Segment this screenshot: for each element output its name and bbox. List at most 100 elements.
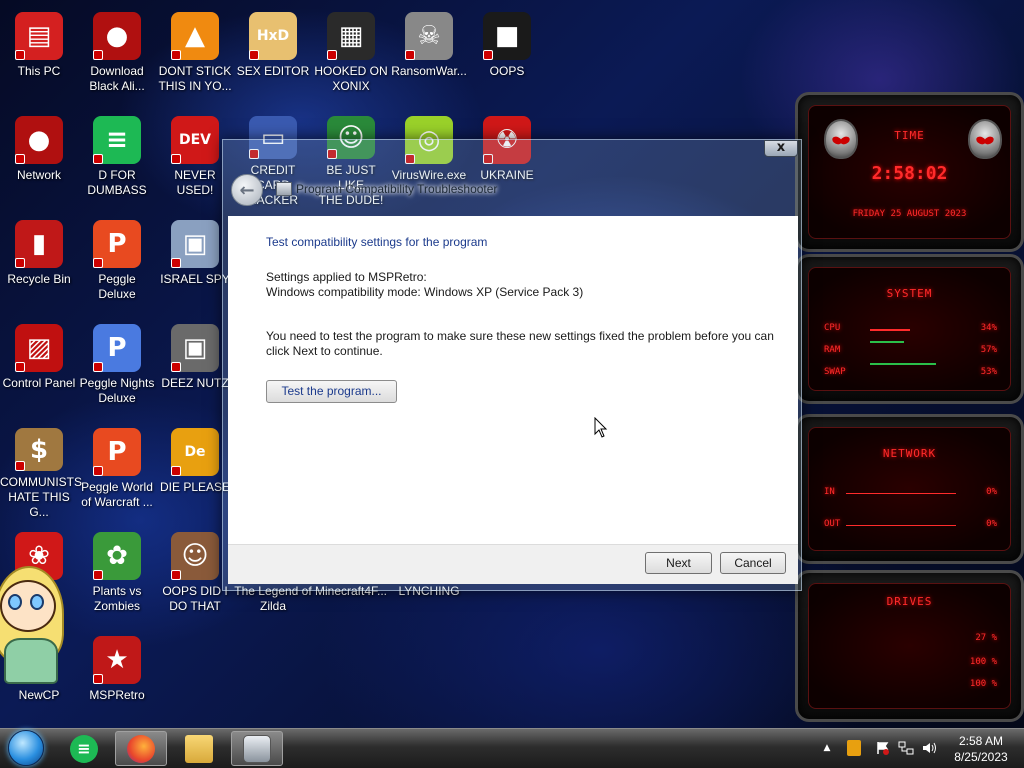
desktop-icon-ransomware[interactable]: ☠ RansomWar... bbox=[390, 6, 468, 104]
volume-icon[interactable] bbox=[921, 740, 939, 756]
desktop-icon-label: Control Panel bbox=[2, 376, 76, 390]
mspretro-icon: ★ bbox=[93, 636, 141, 684]
never-used-icon: DEV bbox=[171, 116, 219, 164]
peggle-deluxe-icon: P bbox=[93, 220, 141, 268]
desktop-icon-hooked-on-xonix[interactable]: ▦ HOOKED ON XONIX bbox=[312, 6, 390, 104]
deez-nutz-icon: ▣ bbox=[171, 324, 219, 372]
system-panel: SYSTEM CPU 34% RAM 57% SWAP 53% bbox=[795, 254, 1024, 404]
ransomware-icon: ☠ bbox=[405, 12, 453, 60]
d-for-dumbass-icon: ≡ bbox=[93, 116, 141, 164]
desktop-icon-label: DONT STICK THIS IN YO... bbox=[158, 64, 232, 93]
alien-logo-icon bbox=[824, 119, 858, 159]
in-graph bbox=[846, 493, 956, 494]
desktop-icon-download-black-ali[interactable]: ● Download Black Ali... bbox=[78, 6, 156, 104]
desktop-icon-control-panel[interactable]: ▨ Control Panel bbox=[0, 318, 78, 416]
desktop-icon-label: OOPS bbox=[489, 64, 525, 78]
desktop-icon-communists-hate-this[interactable]: $ COMMUNISTS HATE THIS G... bbox=[0, 422, 82, 520]
cpu-bar bbox=[870, 329, 910, 331]
next-button[interactable]: Next bbox=[645, 552, 712, 574]
network-title: NETWORK bbox=[882, 447, 937, 460]
dont-stick-icon: ▲ bbox=[171, 12, 219, 60]
desktop-icon-oops[interactable]: ■ OOPS bbox=[468, 6, 546, 104]
desktop-icon-d-for-dumbass[interactable]: ≡ D FOR DUMBASS bbox=[78, 110, 156, 208]
in-label: IN bbox=[824, 487, 835, 497]
desktop-icon-label: SEX EDITOR bbox=[236, 64, 310, 78]
spotify-icon: ≡ bbox=[70, 734, 98, 763]
swap-value: 53% bbox=[980, 367, 997, 377]
drive-3-value: 100 % bbox=[969, 679, 997, 689]
desktop-icon-label: RansomWar... bbox=[391, 64, 467, 78]
cpu-label: CPU bbox=[824, 323, 841, 333]
desktop-icon-label: Peggle World of Warcraft ... bbox=[81, 480, 153, 509]
out-graph bbox=[846, 525, 956, 526]
action-center-flag-icon[interactable] bbox=[875, 740, 891, 756]
desktop-icon-sex-editor[interactable]: HxD SEX EDITOR bbox=[234, 6, 312, 104]
clock-date: 8/25/2023 bbox=[954, 750, 1008, 764]
settings-applied-text: Settings applied to MSPRetro: bbox=[266, 270, 427, 284]
close-button[interactable]: x bbox=[764, 140, 798, 157]
download-black-ali-icon: ● bbox=[93, 12, 141, 60]
plants-vs-zombies-icon: ✿ bbox=[93, 532, 141, 580]
show-hidden-icons-arrow[interactable]: ▲ bbox=[820, 740, 834, 756]
network-icon[interactable] bbox=[898, 740, 914, 756]
control-panel-icon: ▨ bbox=[15, 324, 63, 372]
troubleshooter-app-icon bbox=[276, 182, 292, 196]
system-title: SYSTEM bbox=[886, 287, 933, 300]
hooked-on-xonix-icon: ▦ bbox=[327, 12, 375, 60]
alien-logo-icon bbox=[968, 119, 1002, 159]
time-value: 2:58:02 bbox=[871, 163, 948, 184]
ram-label: RAM bbox=[824, 345, 841, 355]
desktop-icon-network[interactable]: ● Network bbox=[0, 110, 78, 208]
time-title: TIME bbox=[894, 129, 925, 142]
out-label: OUT bbox=[824, 519, 841, 529]
cartoon-character-left bbox=[0, 560, 66, 690]
dialog-title: Program Compatibility Troubleshooter bbox=[296, 182, 498, 196]
troubleshooter-icon bbox=[243, 734, 271, 763]
desktop-icon-peggle-nights-deluxe[interactable]: P Peggle Nights Deluxe bbox=[78, 318, 156, 416]
desktop-icon-this-pc[interactable]: ▤ This PC bbox=[0, 6, 78, 104]
out-value: 0% bbox=[986, 519, 997, 529]
tray-app-icon[interactable] bbox=[847, 740, 861, 756]
israel-spy-icon: ▣ bbox=[171, 220, 219, 268]
cancel-button[interactable]: Cancel bbox=[720, 552, 786, 574]
in-value: 0% bbox=[986, 487, 997, 497]
clock-time: 2:58 AM bbox=[958, 734, 1004, 748]
taskbar-firefox[interactable] bbox=[115, 731, 167, 766]
desktop-icon-label: NewCP bbox=[18, 688, 60, 702]
start-button[interactable] bbox=[8, 730, 44, 766]
desktop-icon-recycle-bin[interactable]: ▮ Recycle Bin bbox=[0, 214, 78, 312]
drives-panel: DRIVES 27 % 100 % 100 % bbox=[795, 570, 1024, 722]
back-arrow-icon[interactable]: ← bbox=[231, 174, 263, 206]
desktop-icon-plants-vs-zombies[interactable]: ✿ Plants vs Zombies bbox=[78, 526, 156, 624]
network-panel: NETWORK IN 0% OUT 0% bbox=[795, 414, 1024, 564]
taskbar-troubleshooter[interactable] bbox=[231, 731, 283, 766]
test-program-button[interactable]: Test the program... bbox=[266, 380, 397, 403]
system-monitor-gadget: TIME 2:58:02 FRIDAY 25 AUGUST 2023 SYSTE… bbox=[795, 92, 1024, 722]
desktop-icon-mspretro[interactable]: ★ MSPRetro bbox=[78, 630, 156, 728]
page-heading: Test compatibility settings for the prog… bbox=[266, 235, 488, 249]
desktop-icon-peggle-world-of-warcraft[interactable]: P Peggle World of Warcraft ... bbox=[78, 422, 156, 520]
mouse-cursor-icon bbox=[594, 417, 608, 438]
desktop-icon-label: This PC bbox=[17, 64, 61, 78]
instructions-line-1: You need to test the program to make sur… bbox=[266, 329, 774, 343]
recycle-bin-icon: ▮ bbox=[15, 220, 63, 268]
instructions-line-2: click Next to continue. bbox=[266, 344, 383, 358]
communists-hate-this-icon: $ bbox=[15, 428, 63, 471]
taskbar-spotify[interactable]: ≡ bbox=[58, 731, 110, 766]
desktop-icon-peggle-deluxe[interactable]: P Peggle Deluxe bbox=[78, 214, 156, 312]
desktop-icon-label: Plants vs Zombies bbox=[92, 584, 142, 613]
desktop-icon-dont-stick[interactable]: ▲ DONT STICK THIS IN YO... bbox=[156, 6, 234, 104]
cpu-value: 34% bbox=[980, 323, 997, 333]
taskbar-file-explorer[interactable] bbox=[173, 731, 225, 766]
drive-2-value: 100 % bbox=[969, 657, 997, 667]
swap-label: SWAP bbox=[824, 367, 846, 377]
desktop-icon-label: Peggle Deluxe bbox=[98, 272, 136, 301]
this-pc-icon: ▤ bbox=[15, 12, 63, 60]
peggle-world-of-warcraft-icon: P bbox=[93, 428, 141, 476]
network-icon: ● bbox=[15, 116, 63, 164]
taskbar-clock[interactable]: 2:58 AM 8/25/2023 bbox=[948, 733, 1014, 765]
desktop-icon-label: Download Black Ali... bbox=[89, 64, 145, 93]
drives-title: DRIVES bbox=[886, 595, 933, 608]
desktop-icon-label: Network bbox=[16, 168, 61, 182]
ram-bar bbox=[870, 341, 904, 343]
